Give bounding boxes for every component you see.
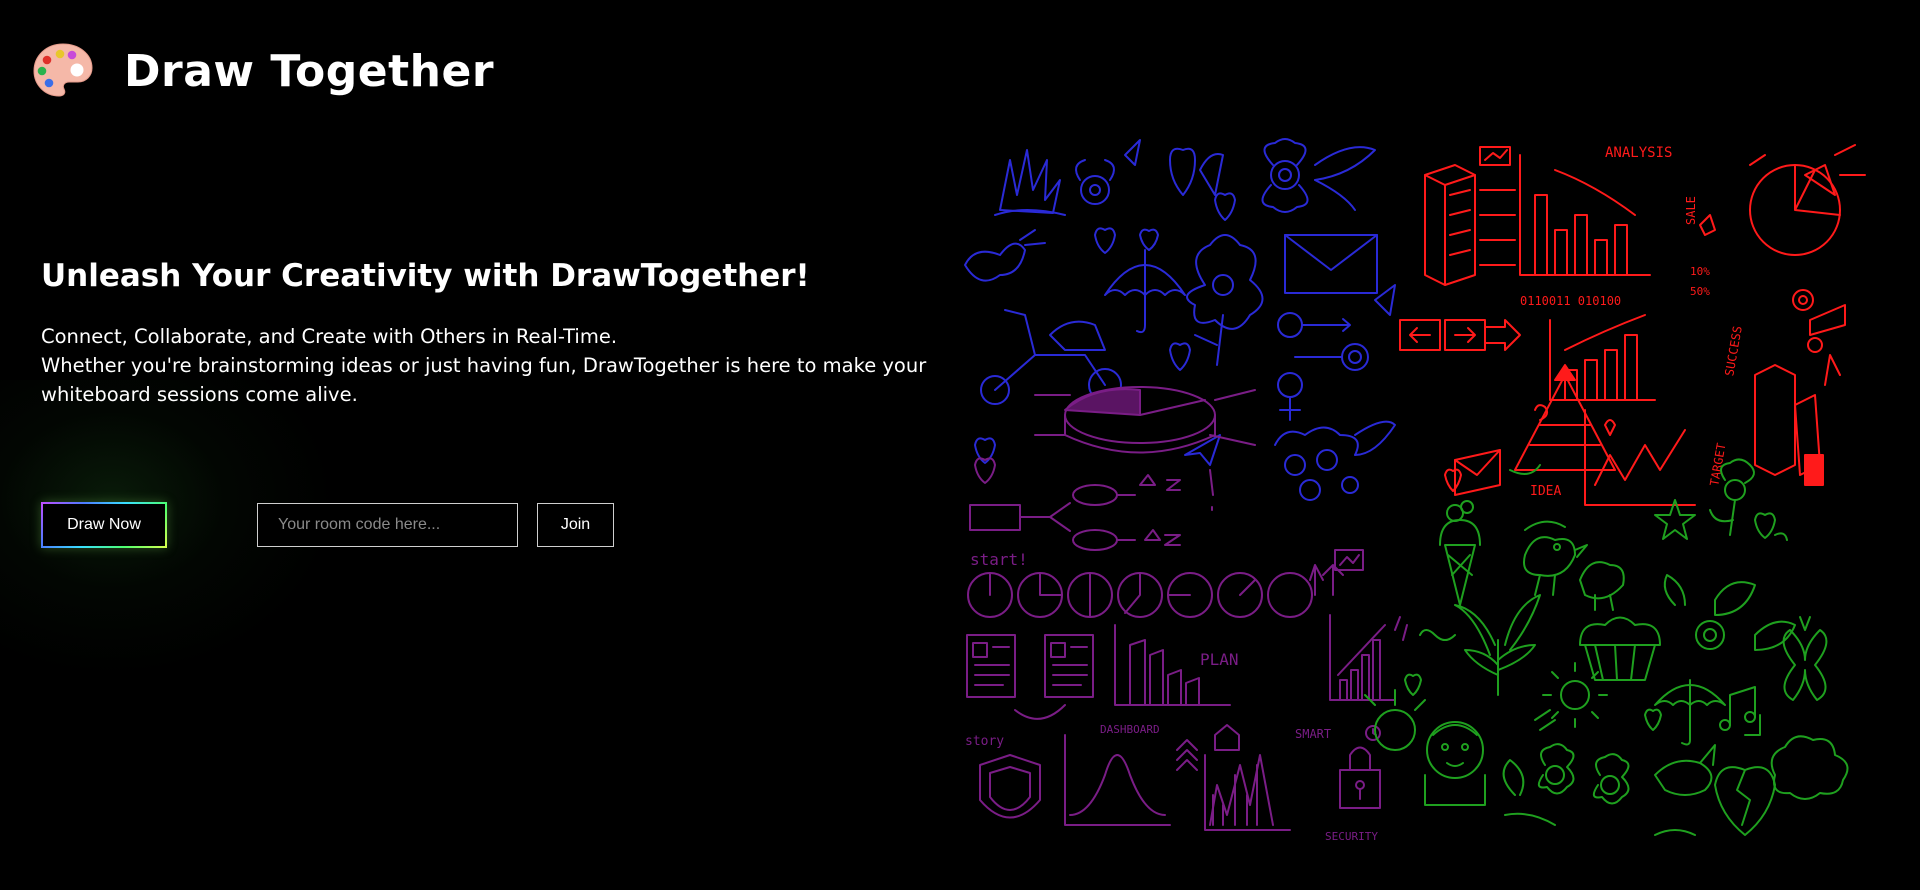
text-pct10: 10%: [1690, 265, 1710, 278]
hero-heading: Unleash Your Creativity with DrawTogethe…: [41, 258, 810, 294]
room-code-input[interactable]: [257, 503, 518, 547]
draw-now-button[interactable]: Draw Now: [41, 502, 167, 548]
doodle-illustration: ANALYSIS 0110011 010100 SALE 10% 50% SUC…: [955, 135, 1890, 855]
text-idea: IDEA: [1530, 484, 1561, 499]
text-plan: PLAN: [1200, 650, 1239, 669]
text-pct50: 50%: [1690, 285, 1710, 298]
palette-icon: [33, 43, 93, 97]
blue-doodles: [964, 138, 1396, 501]
text-success: SUCCESS: [1722, 325, 1745, 377]
text-analysis: ANALYSIS: [1605, 145, 1672, 161]
hero-section: Unleash Your Creativity with DrawTogethe…: [41, 258, 941, 409]
hero-line-2: Whether you're brainstorming ideas or ju…: [41, 354, 927, 406]
text-binary: 0110011 010100: [1520, 294, 1621, 308]
hero-description: Connect, Collaborate, and Create with Ot…: [41, 322, 941, 409]
text-smart: SMART: [1295, 727, 1331, 741]
landing-page: Draw Together Unleash Your Creativity wi…: [0, 0, 1920, 890]
app-title: Draw Together: [124, 45, 495, 97]
app-header: Draw Together: [30, 38, 494, 104]
hero-line-1: Connect, Collaborate, and Create with Ot…: [41, 325, 618, 348]
text-dashboard: DASHBOARD: [1100, 723, 1160, 736]
red-doodles: ANALYSIS 0110011 010100 SALE 10% 50% SUC…: [1399, 144, 1866, 506]
text-story: story: [965, 734, 1004, 749]
text-sale: SALE: [1684, 196, 1698, 225]
text-start: start!: [970, 550, 1028, 569]
join-button[interactable]: Join: [537, 503, 614, 547]
green-doodles: [1364, 458, 1849, 836]
text-security: SECURITY: [1325, 830, 1378, 843]
